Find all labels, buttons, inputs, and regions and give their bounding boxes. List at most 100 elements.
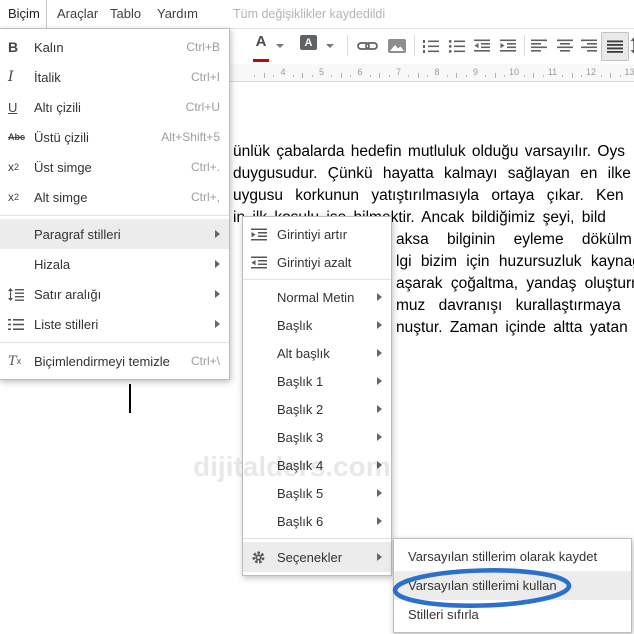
text-color-dropdown-icon[interactable] [276, 35, 284, 48]
toolbar-separator [414, 35, 415, 56]
italic-icon: I [8, 69, 14, 85]
menu-item-alt-başlık[interactable]: Alt başlık [243, 339, 391, 367]
ruler-tick [408, 75, 410, 77]
ruler-number: 6 [357, 67, 363, 77]
menu-item-başlık-2[interactable]: Başlık 2 [243, 395, 391, 423]
toolbar-separator [347, 35, 348, 56]
submenu-arrow-icon [377, 321, 382, 329]
submenu-arrow-icon [377, 553, 382, 561]
options-menu: Varsayılan stillerim olarak kaydet Varsa… [393, 538, 632, 633]
insert-image-icon[interactable] [387, 38, 407, 54]
submenu-arrow-icon [377, 349, 382, 357]
menu-item-başlık[interactable]: Başlık [243, 311, 391, 339]
menu-item-varsayılan-stillerim-olarak-kaydet[interactable]: Varsayılan stillerim olarak kaydet [394, 542, 631, 571]
submenu-arrow-icon [377, 433, 382, 441]
menu-bar: Biçim Araçlar Tablo Yardım Tüm değişikli… [0, 0, 634, 29]
menu-item-hizala[interactable]: Hizala [0, 249, 229, 279]
indent-decrease-icon[interactable] [474, 39, 491, 52]
menu-item-başlık-6[interactable]: Başlık 6 [243, 507, 391, 535]
menu-item-üst-simge[interactable]: x2 Üst simge Ctrl+. [0, 152, 229, 182]
submenu-arrow-icon [377, 489, 382, 497]
align-justify-icon-active[interactable] [601, 32, 629, 61]
ruler-tick [350, 75, 352, 77]
menu-item-satır-aralığı[interactable]: Satır aralığı [0, 279, 229, 309]
align-left-icon[interactable] [531, 39, 547, 52]
menu-item-girintiyi-artır[interactable]: Girintiyi artır [243, 220, 391, 248]
ruler-tick [311, 75, 313, 77]
ruler-tick [369, 75, 371, 77]
menu-item-alt-simge[interactable]: x2 Alt simge Ctrl+, [0, 182, 229, 212]
menu-tablo[interactable]: Tablo [110, 6, 141, 21]
doc-text-line: aşarak çoğaltma, yandaş oluşturm [396, 275, 634, 292]
doc-text-line: muz davranışı kurallaştırmaya g [396, 297, 634, 314]
insert-link-icon[interactable] [357, 40, 378, 52]
ruler-tick [610, 73, 612, 78]
line-spacing-icon[interactable] [630, 37, 634, 54]
ruler-tick [571, 73, 573, 78]
menu-item-başlık-4[interactable]: Başlık 4 [243, 451, 391, 479]
ruler-tick [523, 75, 525, 77]
menu-item-başlık-5[interactable]: Başlık 5 [243, 479, 391, 507]
menu-biçim-open-tab[interactable]: Biçim [0, 0, 47, 29]
text-color-underline [253, 59, 269, 62]
ruler-number: 9 [472, 67, 479, 77]
ruler-tick [562, 75, 564, 77]
menu-item-kalın[interactable]: B Kalın Ctrl+B [0, 32, 229, 62]
menu-item-liste-stilleri[interactable]: Liste stilleri [0, 309, 229, 339]
ruler-tick [379, 73, 381, 78]
ruler-tick [504, 75, 506, 77]
submenu-arrow-icon [215, 230, 220, 238]
submenu-arrow-icon [215, 260, 220, 268]
menu-item-varsayılan-stillerimi-kullan[interactable]: Varsayılan stillerimi kullan [394, 571, 631, 600]
menu-item-girintiyi-azalt[interactable]: Girintiyi azalt [243, 248, 391, 276]
ruler-tick [600, 75, 602, 77]
menu-yardım[interactable]: Yardım [157, 6, 198, 21]
strikethrough-icon: Abc [8, 132, 26, 142]
underline-icon: U [8, 99, 18, 115]
menu-araçlar[interactable]: Araçlar [57, 6, 98, 21]
ruler-tick [485, 75, 487, 77]
submenu-arrow-icon [377, 377, 382, 385]
menu-item-başlık-3[interactable]: Başlık 3 [243, 423, 391, 451]
menu-divider [0, 215, 229, 216]
menu-item-biçimlendirmeyi-temizle[interactable]: Tx Biçimlendirmeyi temizle Ctrl+\ [0, 346, 229, 376]
gear-icon [251, 550, 277, 565]
ruler-number: 11 [547, 67, 558, 77]
ruler-number: 7 [395, 67, 402, 77]
doc-text-line: lgi bizim için huzursuzluk kaynağ [396, 253, 634, 270]
menu-item-paragraf-stilleri[interactable]: Paragraf stilleri [0, 219, 229, 249]
align-center-icon[interactable] [557, 39, 573, 52]
indent-increase-icon [251, 228, 277, 241]
menu-item-normal-metin[interactable]: Normal Metin [243, 283, 391, 311]
highlight-color-icon[interactable]: A [300, 35, 317, 50]
indent-increase-icon[interactable] [500, 39, 517, 52]
clear-formatting-icon: Tx [8, 353, 22, 369]
text-color-icon[interactable]: A [252, 34, 270, 62]
ruler-number: 13 [624, 67, 634, 77]
ruler-number: 8 [434, 67, 440, 77]
ruler-tick [388, 75, 390, 77]
align-right-icon[interactable] [581, 39, 597, 52]
ruler-tick [542, 75, 544, 77]
menu-biçim-label: Biçim [8, 6, 40, 21]
menu-divider [243, 279, 391, 280]
ruler-number: 12 [585, 67, 597, 77]
menu-item-başlık-1[interactable]: Başlık 1 [243, 367, 391, 395]
menu-item-seçenekler[interactable]: Seçenekler [243, 542, 391, 572]
bulleted-list-icon[interactable] [448, 39, 466, 53]
menu-item-stilleri-sıfırla[interactable]: Stilleri sıfırla [394, 600, 631, 629]
submenu-arrow-icon [377, 405, 382, 413]
menu-item-altı-çizili[interactable]: U Altı çizili Ctrl+U [0, 92, 229, 122]
menu-item-italik[interactable]: I İtalik Ctrl+I [0, 62, 229, 92]
highlight-dropdown-icon[interactable] [326, 35, 334, 48]
menu-item-üstü-çizili[interactable]: Abc Üstü çizili Alt+Shift+5 [0, 122, 229, 152]
list-styles-icon [8, 318, 34, 331]
doc-text-line: nuştur. Zaman içinde altta yatan b [396, 319, 634, 336]
ruler-tick [302, 73, 304, 78]
ruler-tick [331, 75, 333, 77]
numbered-list-icon[interactable] [422, 39, 440, 53]
doc-text-line: aksa bilginin eyleme dökülm [396, 231, 632, 248]
doc-text-line: ünlük çabalarda hedefin mutluluk olduğu … [233, 143, 625, 160]
ruler-tick [619, 75, 621, 77]
ruler-tick [263, 73, 265, 78]
